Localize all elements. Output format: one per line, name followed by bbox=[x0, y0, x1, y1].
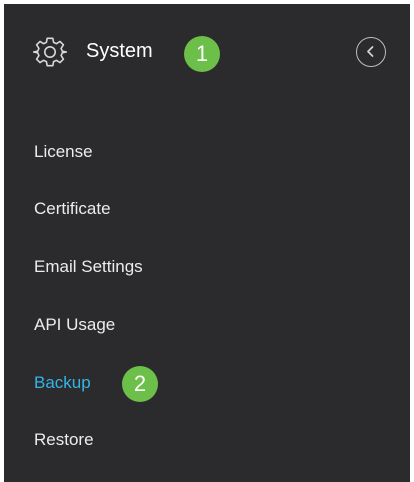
system-nav-panel: System 1 License Certificate Email Setti… bbox=[4, 4, 410, 482]
collapse-sidebar-button[interactable] bbox=[356, 37, 386, 67]
nav-header: System 1 bbox=[4, 4, 410, 100]
menu-item-api-usage[interactable]: API Usage bbox=[34, 314, 115, 336]
menu-item-email-settings[interactable]: Email Settings bbox=[34, 256, 143, 278]
chevron-left-icon bbox=[367, 46, 374, 57]
callout-badge-1: 1 bbox=[184, 36, 220, 72]
menu-item-license[interactable]: License bbox=[34, 141, 93, 163]
page-title: System bbox=[86, 40, 153, 62]
menu-item-backup[interactable]: Backup bbox=[34, 372, 91, 394]
callout-badge-2: 2 bbox=[122, 366, 158, 402]
menu-item-restore[interactable]: Restore bbox=[34, 429, 94, 451]
gear-icon bbox=[32, 35, 68, 69]
menu-item-certificate[interactable]: Certificate bbox=[34, 198, 111, 220]
